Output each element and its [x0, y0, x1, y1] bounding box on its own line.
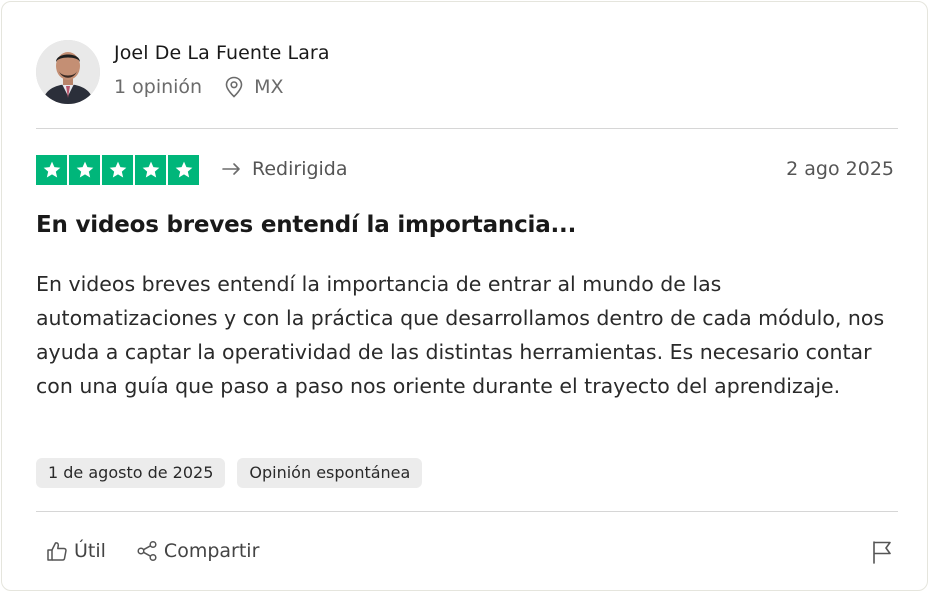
reviewer-name[interactable]: Joel De La Fuente Lara — [114, 42, 330, 64]
star-icon — [69, 155, 100, 185]
review-count: 1 opinión — [114, 76, 203, 98]
flag-icon — [873, 541, 891, 564]
tag-experience-date: 1 de agosto de 2025 — [36, 458, 226, 488]
review-card: Joel De La Fuente Lara 1 opinión MX Redi… — [1, 1, 928, 591]
share-label: Compartir — [163, 540, 260, 562]
report-button[interactable] — [871, 539, 893, 569]
redirect-arrow-icon — [222, 163, 240, 175]
share-button[interactable]: Compartir — [136, 540, 259, 562]
redirect-label: Redirigida — [222, 158, 348, 180]
share-icon — [137, 540, 157, 562]
review-title[interactable]: En videos breves entendí la importancia.… — [36, 212, 576, 238]
map-pin-icon — [225, 76, 243, 98]
thumbs-up-icon — [47, 542, 67, 561]
review-body: En videos breves entendí la importancia … — [36, 272, 885, 398]
star-rating — [36, 155, 199, 185]
reviewer-country: MX — [254, 76, 284, 98]
star-icon — [36, 155, 67, 185]
divider — [36, 511, 898, 512]
star-icon — [102, 155, 133, 185]
review-date: 2 ago 2025 — [786, 158, 894, 180]
avatar[interactable] — [36, 40, 100, 104]
star-icon — [135, 155, 166, 185]
reviewer-meta: 1 opinión MX — [114, 76, 284, 98]
star-icon — [168, 155, 199, 185]
review-actions: Útil Compartir — [46, 540, 289, 562]
review-tags: 1 de agosto de 2025 Opinión espontánea — [36, 458, 423, 488]
reviewer-location: MX — [224, 76, 284, 98]
divider — [36, 128, 898, 129]
useful-button[interactable]: Útil — [46, 540, 106, 562]
tag-spontaneous[interactable]: Opinión espontánea — [237, 458, 423, 488]
redirect-text: Redirigida — [252, 158, 348, 180]
useful-label: Útil — [74, 540, 106, 562]
